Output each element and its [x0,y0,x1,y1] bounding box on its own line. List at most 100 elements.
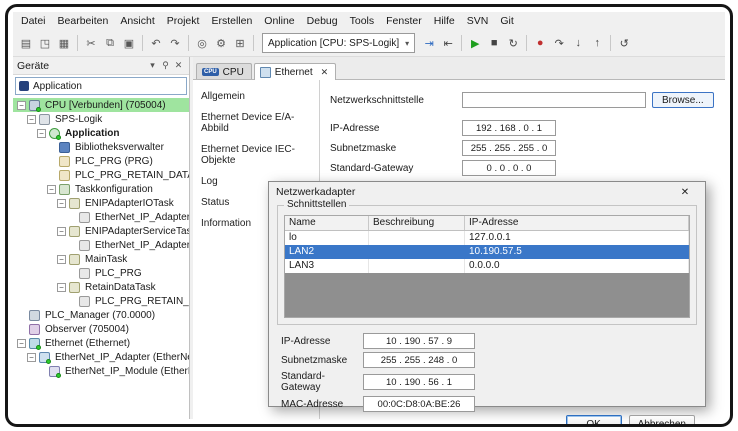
menu-projekt[interactable]: Projekt [161,14,206,28]
tree-item-enipadapteriotask[interactable]: −ENIPAdapterIOTask [13,196,189,210]
form-row-ip-adresse: IP-Adresse192 . 168 . 0 . 1 [330,120,717,136]
tree-item-taskkonfiguration[interactable]: −Taskkonfiguration [13,182,189,196]
standard-gateway-value[interactable]: 0 . 0 . 0 . 0 [462,160,556,176]
start-icon[interactable]: ▶ [466,34,484,52]
tree-item-observer-705004[interactable]: Observer (705004) [13,322,189,336]
tree-item-ethernet-ip-module-ethernet-ip[interactable]: EtherNet_IP_Module (EtherNet/IP [13,364,189,378]
subnetzmaske-value[interactable]: 255 . 255 . 248 . 0 [363,352,475,368]
tab-cpu[interactable]: CPUCPU [196,63,252,80]
cancel-button[interactable]: Abbrechen [629,415,695,427]
breakpoint-icon[interactable]: ● [531,34,549,52]
browse-button[interactable]: Browse... [652,92,714,108]
collapse-icon[interactable]: − [27,115,36,124]
tree-item-retaindatatask[interactable]: −RetainDataTask [13,280,189,294]
menu-fenster[interactable]: Fenster [380,14,428,28]
menu-tools[interactable]: Tools [344,14,381,28]
pou-icon [59,156,70,167]
app-selector[interactable]: Application [CPU: SPS-Logik] ▾ [262,33,415,53]
collapse-icon[interactable]: − [17,101,26,110]
menu-hilfe[interactable]: Hilfe [428,14,461,28]
column-header-name[interactable]: Name [285,216,369,230]
collapse-icon[interactable]: − [47,185,56,194]
ip-adresse-value[interactable]: 192 . 168 . 0 . 1 [462,120,556,136]
tree-item-ethernet-ethernet[interactable]: −Ethernet (Ethernet) [13,336,189,350]
collapse-icon[interactable]: − [27,353,36,362]
login-icon[interactable]: ⇥ [420,34,438,52]
subnav-ethernet-device-e-a-abbild[interactable]: Ethernet Device E/A-Abbild [193,107,319,139]
close-tab-icon[interactable]: ✕ [321,67,329,78]
tree-item-bibliotheksverwalter[interactable]: Bibliotheksverwalter [13,140,189,154]
adapter-description-cell [369,245,465,259]
stop-icon[interactable]: ■ [485,34,503,52]
undo-icon[interactable]: ↶ [147,34,165,52]
collapse-icon[interactable]: − [57,199,66,208]
step-over-icon[interactable]: ↷ [550,34,568,52]
standard-gateway-value[interactable]: 10 . 190 . 56 . 1 [363,374,475,390]
redo-icon[interactable]: ↷ [166,34,184,52]
collapse-icon[interactable]: − [57,227,66,236]
tree-item-plc-prg-retain-data-prg[interactable]: PLC_PRG_RETAIN_DATA (PRG) [13,168,189,182]
reset-icon[interactable]: ↺ [615,34,633,52]
new-file-icon[interactable]: ▤ [17,34,35,52]
paste-icon[interactable]: ▣ [120,34,138,52]
tree-item-enipadapterservicetask[interactable]: −ENIPAdapterServiceTask [13,224,189,238]
project-settings-icon[interactable]: ⚙ [212,34,230,52]
subnav-allgemein[interactable]: Allgemein [193,86,319,107]
save-icon[interactable]: ▦ [55,34,73,52]
logout-icon[interactable]: ⇤ [439,34,457,52]
task-icon [69,254,80,265]
tree-item-ethernet-ip-adapter-ioc[interactable]: EtherNet_IP_Adapter.IOC [13,210,189,224]
network-interface-label: Netzwerkschnittstelle [330,95,462,106]
tree-item-plc-prg-retain-data[interactable]: PLC_PRG_RETAIN_DATA [13,294,189,308]
network-interface-input[interactable] [462,92,646,108]
devices-root-item[interactable]: Application [15,77,187,95]
column-header-beschreibung[interactable]: Beschreibung [369,216,465,230]
tab-ethernet[interactable]: Ethernet✕ [254,63,336,80]
adapter-row-lo[interactable]: lo127.0.0.1 [285,231,689,245]
tree-item-ethernet-ip-adapter-ethernet-ip-ad[interactable]: −EtherNet_IP_Adapter (EtherNet/IP Ad [13,350,189,364]
dialog-buttons: OK Abbrechen [269,415,705,427]
menu-svn[interactable]: SVN [461,14,495,28]
menu-online[interactable]: Online [258,14,300,28]
close-panel-icon[interactable]: ✕ [172,60,185,71]
find-icon[interactable]: ◎ [193,34,211,52]
menu-debug[interactable]: Debug [301,14,344,28]
cut-icon[interactable]: ✂ [82,34,100,52]
ok-button[interactable]: OK [566,415,622,427]
single-cycle-icon[interactable]: ↻ [504,34,522,52]
subnetzmaske-value[interactable]: 255 . 255 . 255 . 0 [462,140,556,156]
collapse-icon[interactable]: − [17,339,26,348]
tree-item-application[interactable]: −Application [13,126,189,140]
collapse-icon[interactable]: − [57,283,66,292]
menu-git[interactable]: Git [494,14,519,28]
column-header-ip-adresse[interactable]: IP-Adresse [465,216,689,230]
adapter-row-lan2[interactable]: LAN210.190.57.5 [285,245,689,259]
build-icon[interactable]: ⊞ [231,34,249,52]
tree-item-plc-prg-prg[interactable]: PLC_PRG (PRG) [13,154,189,168]
menu-datei[interactable]: Datei [15,14,52,28]
tree-item-maintask[interactable]: −MainTask [13,252,189,266]
menu-bearbeiten[interactable]: Bearbeiten [52,14,115,28]
open-project-icon[interactable]: ◳ [36,34,54,52]
collapse-icon[interactable]: − [57,255,66,264]
subnav-ethernet-device-iec-objekte[interactable]: Ethernet Device IEC-Objekte [193,139,319,171]
pin-icon[interactable]: ⚲ [159,60,172,71]
tree-item-plc-manager-70-0000[interactable]: PLC_Manager (70.0000) [13,308,189,322]
task-config-icon [59,184,70,195]
dialog-close-icon[interactable]: ✕ [672,187,698,198]
adapter-row-lan3[interactable]: LAN30.0.0.0 [285,259,689,273]
interfaces-table-header: NameBeschreibungIP-Adresse [285,216,689,231]
mac-adresse-value[interactable]: 00:0C:D8:0A:BE:26 [363,396,475,412]
copy-icon[interactable]: ⧉ [101,34,119,52]
tree-item-ethernet-ip-adapter-ser[interactable]: EtherNet_IP_Adapter.Ser [13,238,189,252]
panel-menu-chevron-down-icon[interactable]: ▾ [146,60,159,71]
menu-ansicht[interactable]: Ansicht [114,14,160,28]
step-out-icon[interactable]: ↑ [588,34,606,52]
tree-item-plc-prg[interactable]: PLC_PRG [13,266,189,280]
tree-item-sps-logik[interactable]: −SPS-Logik [13,112,189,126]
collapse-icon[interactable]: − [37,129,46,138]
menu-erstellen[interactable]: Erstellen [205,14,258,28]
step-into-icon[interactable]: ↓ [569,34,587,52]
tree-item-cpu-verbunden-705004[interactable]: −CPU [Verbunden] (705004) [13,98,189,112]
ip-adresse-value[interactable]: 10 . 190 . 57 . 9 [363,333,475,349]
